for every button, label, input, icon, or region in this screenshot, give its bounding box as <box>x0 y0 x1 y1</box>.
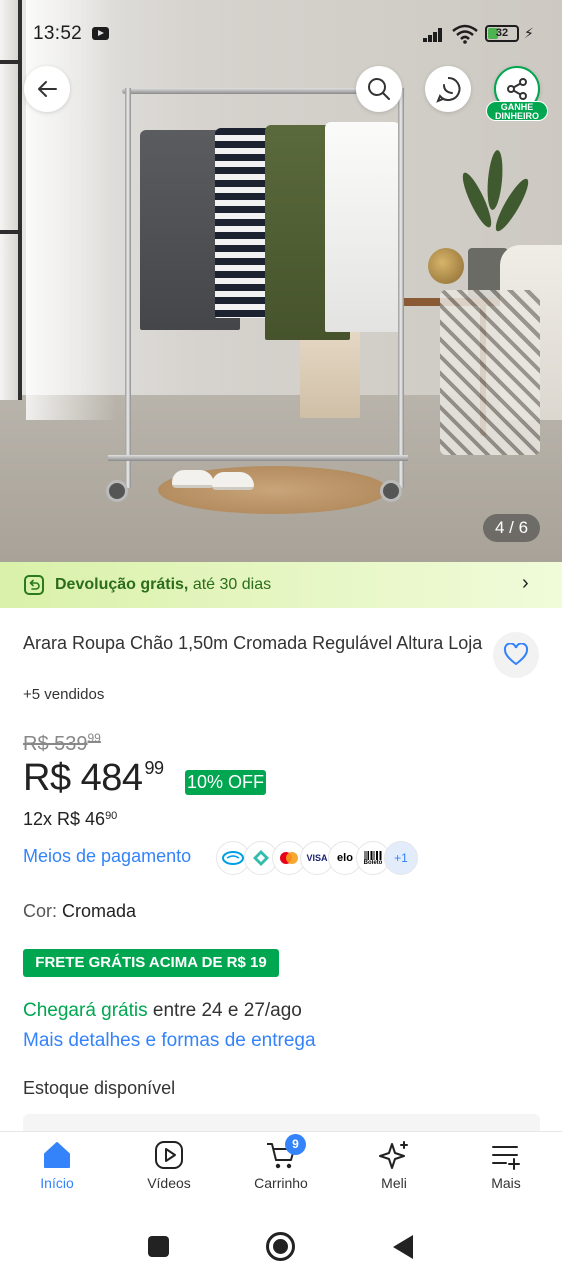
product-title: Arara Roupa Chão 1,50m Cromada Regulável… <box>23 633 483 653</box>
status-bar: 13:52 32 ⚡ <box>0 0 562 64</box>
current-price: R$ 484 99 <box>23 757 164 799</box>
delivery-details-link[interactable]: Mais detalhes e formas de entrega <box>23 1030 316 1052</box>
battery-icon: 32 <box>485 25 519 42</box>
nav-meli-label: Meli <box>381 1175 407 1191</box>
home-icon <box>44 1142 70 1168</box>
shoe <box>172 470 214 488</box>
payment-methods-icons[interactable]: VISA elo Boleto +1 <box>216 841 418 875</box>
garment-pants <box>300 330 360 418</box>
nav-home-label: Início <box>40 1175 74 1191</box>
whatsapp-share-button[interactable] <box>425 66 471 112</box>
blanket <box>440 290 540 455</box>
free-return-text: Devolução grátis, até 30 dias <box>55 576 272 593</box>
favorite-button[interactable] <box>493 632 539 678</box>
rack-wheel <box>106 480 128 502</box>
discount-badge: 10% OFF <box>185 770 266 795</box>
return-icon <box>24 575 44 595</box>
arrow-left-icon <box>38 81 57 97</box>
play-icon <box>155 1141 183 1169</box>
nav-more-label: Mais <box>491 1175 521 1191</box>
earn-money-badge: GANHE DINHEIRO <box>486 101 548 121</box>
product-image-carousel[interactable] <box>0 0 562 562</box>
menu-plus-icon <box>492 1146 520 1170</box>
back-button[interactable] <box>24 66 70 112</box>
globe-decoration <box>428 248 464 284</box>
shoe <box>212 472 254 490</box>
back-nav-button[interactable] <box>393 1235 413 1259</box>
screen-record-icon <box>92 27 109 40</box>
nav-cart[interactable]: 9 Carrinho <box>236 1134 326 1206</box>
more-payment-methods: +1 <box>384 841 418 875</box>
image-counter: 4 / 6 <box>483 514 540 542</box>
recents-button[interactable] <box>148 1236 169 1257</box>
search-button[interactable] <box>356 66 402 112</box>
home-button[interactable] <box>266 1232 295 1261</box>
installments: 12x R$ 4690 <box>23 809 118 829</box>
free-shipping-badge: FRETE GRÁTIS ACIMA DE R$ 19 <box>23 949 279 977</box>
delivery-estimate: Chegará grátis entre 24 e 27/ago <box>23 1000 302 1021</box>
nav-cart-label: Carrinho <box>254 1175 308 1191</box>
sparkle-icon <box>379 1141 408 1169</box>
color-selector: Cor: Cromada <box>23 901 137 921</box>
sold-count: +5 vendidos <box>23 686 105 703</box>
nav-meli[interactable]: Meli <box>349 1140 439 1206</box>
nav-videos-label: Vídeos <box>147 1175 191 1191</box>
cart-count-badge: 9 <box>285 1134 306 1155</box>
signal-icon <box>423 26 447 42</box>
share-icon <box>507 78 527 100</box>
payment-methods-link[interactable]: Meios de pagamento <box>23 846 191 867</box>
chevron-right-icon: › <box>522 572 529 594</box>
garment-white-shirt <box>325 122 400 332</box>
status-time: 13:52 <box>33 23 83 44</box>
charging-icon: ⚡ <box>524 25 534 41</box>
rack-wheel <box>380 480 402 502</box>
heart-icon <box>503 643 529 666</box>
wifi-icon <box>452 24 478 44</box>
nav-more[interactable]: Mais <box>461 1140 551 1206</box>
whatsapp-icon <box>436 76 461 103</box>
battery-level: 32 <box>495 27 509 39</box>
original-price: R$ 53999 <box>23 731 101 755</box>
nav-videos[interactable]: Vídeos <box>124 1140 214 1206</box>
nav-home[interactable]: Início <box>12 1140 102 1206</box>
stock-label: Estoque disponível <box>23 1078 176 1098</box>
search-icon <box>368 78 390 100</box>
